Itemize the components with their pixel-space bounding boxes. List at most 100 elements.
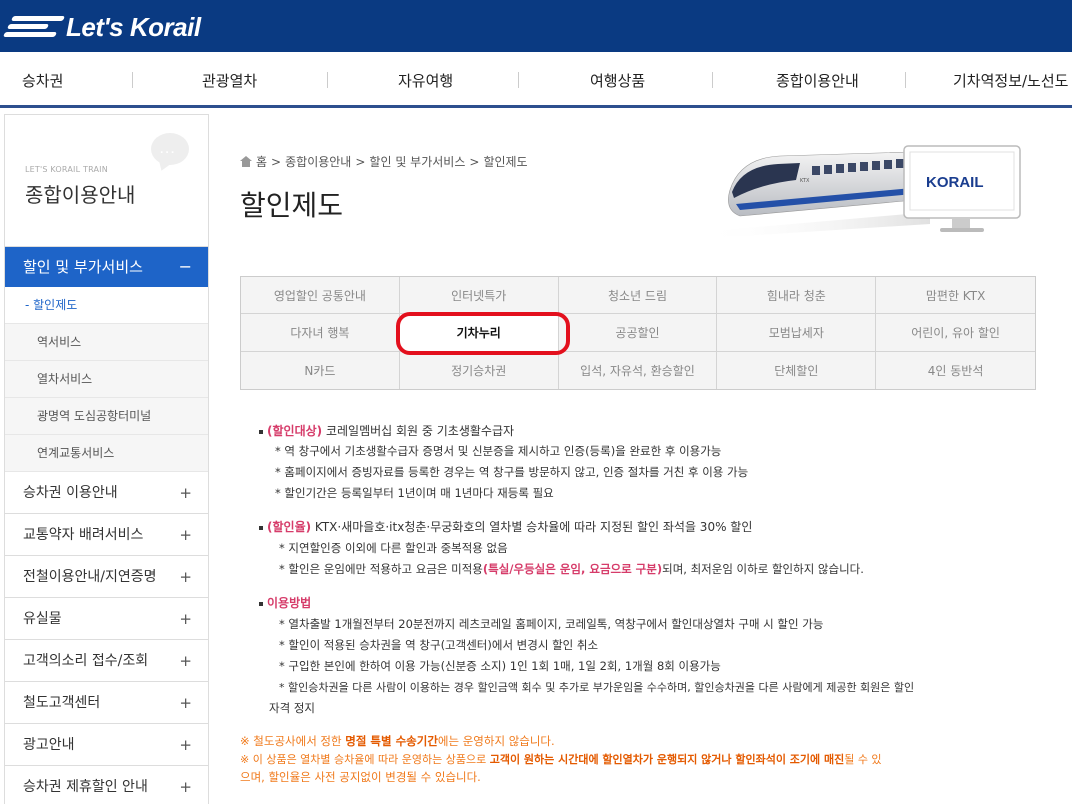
sidebar-item-discount[interactable]: 할인 및 부가서비스 − bbox=[5, 247, 208, 287]
bullet-icon bbox=[259, 601, 263, 606]
sidebar-subitem-3[interactable]: 광명역 도심공항터미널 bbox=[5, 398, 208, 435]
tab-2[interactable]: 청소년 드림 bbox=[558, 277, 718, 315]
sidebar-menus: 승차권 이용안내 + 교통약자 배려서비스 + 전철이용안내/지연증명 + 유실물 + 고객의소… bbox=[5, 472, 208, 804]
breadcrumb-item[interactable]: 홈 bbox=[256, 153, 267, 170]
sidebar-menu-label: 유실물 bbox=[23, 611, 62, 627]
train-label: KTX bbox=[800, 178, 810, 184]
note-2: ※ 이 상품은 열차별 승차율에 따라 운영하는 상품으로 고객이 원하는 시간… bbox=[240, 753, 882, 766]
sidebar-menu-0[interactable]: 승차권 이용안내 + bbox=[5, 472, 208, 514]
expand-icon[interactable]: + bbox=[179, 682, 192, 724]
nav-item-1[interactable]: 관광열차 bbox=[202, 70, 257, 91]
breadcrumb-separator: > bbox=[271, 154, 282, 169]
tab-9[interactable]: 어린이, 유아 할인 bbox=[876, 314, 1035, 352]
sidebar-menu-2[interactable]: 전철이용안내/지연증명 + bbox=[5, 556, 208, 598]
nav-divider bbox=[712, 72, 713, 88]
sidebar-title: 종합이용안내 bbox=[25, 183, 136, 207]
tab-11[interactable]: 정기승차권 bbox=[400, 351, 559, 389]
expand-icon[interactable]: + bbox=[179, 766, 192, 804]
sidebar-subitem-2[interactable]: 열차서비스 bbox=[5, 361, 208, 398]
sidebar-menu-4[interactable]: 고객의소리 접수/조회 + bbox=[5, 640, 208, 682]
sidebar-menu-3[interactable]: 유실물 + bbox=[5, 598, 208, 640]
sidebar-menu-label: 전철이용안내/지연증명 bbox=[23, 569, 157, 585]
tab-4[interactable]: 맘편한 KTX bbox=[876, 277, 1035, 315]
nav-item-5[interactable]: 기차역정보/노선도 bbox=[953, 70, 1068, 91]
usage-line-1: * 열차출발 1개월전부터 20분전까지 레츠코레일 홈페이지, 코레일톡, 역… bbox=[279, 617, 824, 631]
sidebar-item-label: 할인 및 부가서비스 bbox=[23, 258, 143, 276]
sidebar-menu-1[interactable]: 교통약자 배려서비스 + bbox=[5, 514, 208, 556]
expand-icon[interactable]: + bbox=[179, 640, 192, 682]
nav-divider bbox=[518, 72, 519, 88]
tab-8[interactable]: 모범납세자 bbox=[717, 314, 877, 352]
tab-7[interactable]: 공공할인 bbox=[558, 314, 718, 352]
breadcrumb-item[interactable]: 종합이용안내 bbox=[285, 153, 351, 170]
nav-item-4[interactable]: 종합이용안내 bbox=[776, 70, 859, 91]
tab-13[interactable]: 단체할인 bbox=[717, 351, 877, 389]
expand-icon[interactable]: + bbox=[179, 514, 192, 556]
rate-line-1: * 지연할인증 이외에 다른 할인과 중복적용 없음 bbox=[279, 541, 508, 555]
discount-tabs: 영업할인 공통안내 인터넷특가 청소년 드림 힘내라 청춘 맘편한 KTX 다자녀 행복 기… bbox=[240, 276, 1036, 390]
hero-train-illustration: KTX KORAIL bbox=[700, 145, 1021, 238]
tab-1[interactable]: 인터넷특가 bbox=[399, 277, 559, 315]
target-line-1: * 역 창구에서 기초생활수급자 증명서 및 신분증을 제시하고 인증(등록)을… bbox=[275, 444, 722, 458]
main-nav: 승차권 관광열차 자유여행 여행상품 종합이용안내 기차역정보/노선도 bbox=[0, 52, 1072, 108]
tab-12[interactable]: 입석, 자유석, 환승할인 bbox=[559, 351, 718, 389]
nav-divider bbox=[327, 72, 328, 88]
sidebar-menu-label: 철도고객센터 bbox=[23, 695, 101, 711]
page-title: 할인제도 bbox=[240, 189, 344, 222]
nav-item-3[interactable]: 여행상품 bbox=[590, 70, 645, 91]
collapse-icon[interactable]: − bbox=[179, 247, 192, 287]
rate-text: KTX·새마을호·itx청춘·무궁화호의 열차별 승차율에 따라 지정된 할인 … bbox=[311, 520, 753, 534]
target-text: 코레일멤버십 회원 중 기초생활수급자 bbox=[322, 424, 515, 438]
sidebar-subitem-0[interactable]: - 할인제도 bbox=[5, 287, 208, 324]
usage-line-5: 자격 정지 bbox=[269, 701, 315, 715]
tab-14[interactable]: 4인 동반석 bbox=[876, 352, 1035, 389]
note-3: 으며, 할인율은 사전 공지없이 변경될 수 있습니다. bbox=[240, 770, 481, 784]
breadcrumb-item[interactable]: 할인제도 bbox=[483, 153, 527, 170]
sidebar-menu-label: 교통약자 배려서비스 bbox=[23, 527, 144, 543]
korail-logo[interactable]: Let's Korail bbox=[2, 10, 201, 44]
section-rate: (할인율) KTX·새마을호·itx청춘·무궁화호의 열차별 승차율에 따라 지… bbox=[259, 518, 752, 535]
sidebar-submenu: - 할인제도 역서비스 열차서비스 광명역 도심공항터미널 연계교통서비스 bbox=[5, 287, 208, 472]
nav-item-2[interactable]: 자유여행 bbox=[398, 70, 453, 91]
breadcrumb-separator: > bbox=[355, 154, 366, 169]
sidebar-menu-5[interactable]: 철도고객센터 + bbox=[5, 682, 208, 724]
tab-5[interactable]: 다자녀 행복 bbox=[241, 314, 400, 352]
sidebar-subitem-1[interactable]: 역서비스 bbox=[5, 324, 208, 361]
expand-icon[interactable]: + bbox=[179, 598, 192, 640]
tab-6[interactable]: 기차누리 bbox=[399, 314, 559, 352]
nav-item-0[interactable]: 승차권 bbox=[22, 70, 63, 91]
expand-icon[interactable]: + bbox=[179, 724, 192, 766]
target-label: (할인대상) bbox=[267, 424, 323, 438]
sidebar-subitem-4[interactable]: 연계교통서비스 bbox=[5, 435, 208, 472]
usage-line-3: * 구입한 본인에 한하여 이용 가능(신분증 소지) 1인 1회 1매, 1일… bbox=[279, 659, 721, 673]
target-line-3: * 할인기간은 등록일부터 1년이며 매 1년마다 재등록 필요 bbox=[275, 486, 554, 500]
usage-label: 이용방법 bbox=[267, 596, 312, 610]
section-target: (할인대상) 코레일멤버십 회원 중 기초생활수급자 bbox=[259, 422, 514, 439]
expand-icon[interactable]: + bbox=[179, 556, 192, 598]
sidebar: ... LET'S KORAIL TRAIN 종합이용안내 할인 및 부가서비스… bbox=[4, 114, 209, 804]
sidebar-menu-7[interactable]: 승차권 제휴할인 안내 + bbox=[5, 766, 208, 804]
nav-divider bbox=[132, 72, 133, 88]
rate-line-2: * 할인은 운임에만 적용하고 요금은 미적용(특실/우등실은 운임, 요금으로… bbox=[279, 562, 864, 576]
sidebar-menu-label: 승차권 제휴할인 안내 bbox=[23, 779, 148, 795]
sidebar-header: ... LET'S KORAIL TRAIN 종합이용안내 bbox=[5, 115, 208, 247]
bullet-icon bbox=[259, 525, 263, 530]
nav-divider bbox=[905, 72, 906, 88]
sidebar-menu-6[interactable]: 광고안내 + bbox=[5, 724, 208, 766]
logo-stripes-icon bbox=[2, 12, 66, 42]
usage-line-4: * 할인승차권을 다른 사람이 이용하는 경우 할인금액 회수 및 추가로 부가… bbox=[279, 681, 915, 694]
section-usage: 이용방법 bbox=[259, 594, 311, 611]
sidebar-subtitle: LET'S KORAIL TRAIN bbox=[25, 165, 108, 174]
breadcrumb-separator: > bbox=[469, 154, 480, 169]
tab-10[interactable]: N카드 bbox=[241, 351, 400, 389]
usage-line-2: * 할인이 적용된 승차권을 역 창구(고객센터)에서 변경시 할인 취소 bbox=[279, 638, 599, 652]
expand-icon[interactable]: + bbox=[179, 472, 192, 514]
tab-0[interactable]: 영업할인 공통안내 bbox=[241, 277, 400, 315]
sidebar-menu-label: 고객의소리 접수/조회 bbox=[23, 653, 149, 669]
home-icon[interactable] bbox=[240, 156, 252, 167]
note-1: ※ 철도공사에서 정한 명절 특별 수송기간에는 운영하지 않습니다. bbox=[240, 734, 555, 748]
tab-3[interactable]: 힘내라 청춘 bbox=[717, 277, 877, 315]
breadcrumb-item[interactable]: 할인 및 부가서비스 bbox=[369, 153, 465, 170]
chat-bubble-icon: ... bbox=[151, 133, 189, 165]
rate-label: (할인율) bbox=[267, 520, 312, 534]
